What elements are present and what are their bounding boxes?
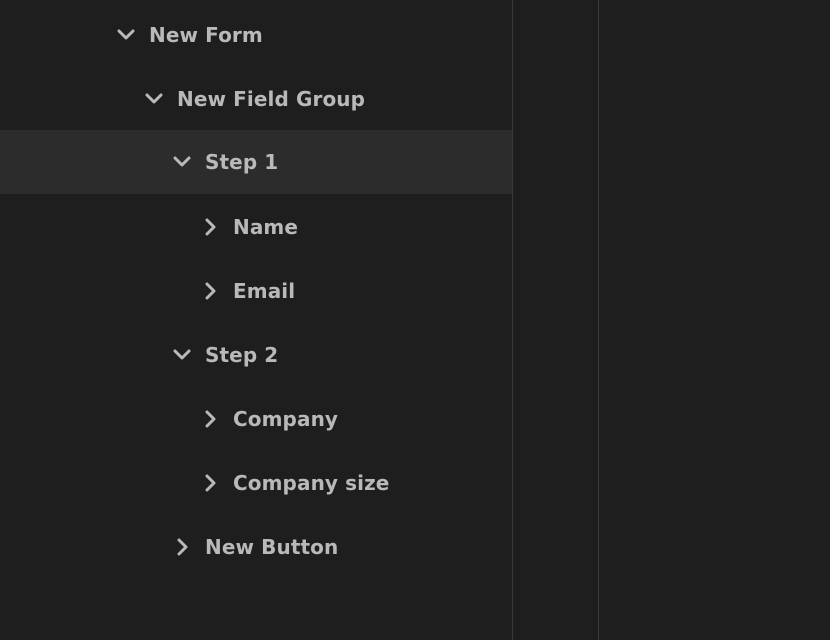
right-panel (599, 0, 830, 640)
middle-panel (513, 0, 598, 640)
tree-item-label: Email (233, 279, 296, 303)
tree-item-label: Name (233, 215, 299, 239)
tree-item-new-field-group[interactable]: New Field Group (0, 67, 512, 131)
tree-item-step-1[interactable]: Step 1 (0, 130, 512, 194)
tree-item-label: New Form (149, 23, 263, 47)
tree-item-name[interactable]: Name (0, 195, 512, 259)
chevron-down-icon[interactable] (144, 89, 164, 109)
chevron-right-icon[interactable] (200, 281, 220, 301)
chevron-right-icon[interactable] (172, 537, 192, 557)
tree-item-new-form[interactable]: New Form (0, 3, 512, 67)
app-window: New Form New Field Group Step 1 Name Ema (0, 0, 830, 640)
tree-item-label: New Button (205, 535, 339, 559)
tree-item-company[interactable]: Company (0, 387, 512, 451)
chevron-down-icon[interactable] (116, 25, 136, 45)
tree-item-new-button[interactable]: New Button (0, 515, 512, 579)
tree-item-label: Step 1 (205, 150, 279, 174)
tree-item-label: Company size (233, 471, 390, 495)
tree-item-email[interactable]: Email (0, 259, 512, 323)
tree-item-company-size[interactable]: Company size (0, 451, 512, 515)
chevron-right-icon[interactable] (200, 217, 220, 237)
tree-item-label: Step 2 (205, 343, 279, 367)
chevron-right-icon[interactable] (200, 409, 220, 429)
chevron-down-icon[interactable] (172, 152, 192, 172)
chevron-right-icon[interactable] (200, 473, 220, 493)
tree-item-label: New Field Group (177, 87, 366, 111)
tree-item-label: Company (233, 407, 339, 431)
chevron-down-icon[interactable] (172, 345, 192, 365)
layer-tree-panel: New Form New Field Group Step 1 Name Ema (0, 0, 512, 640)
tree-item-step-2[interactable]: Step 2 (0, 323, 512, 387)
